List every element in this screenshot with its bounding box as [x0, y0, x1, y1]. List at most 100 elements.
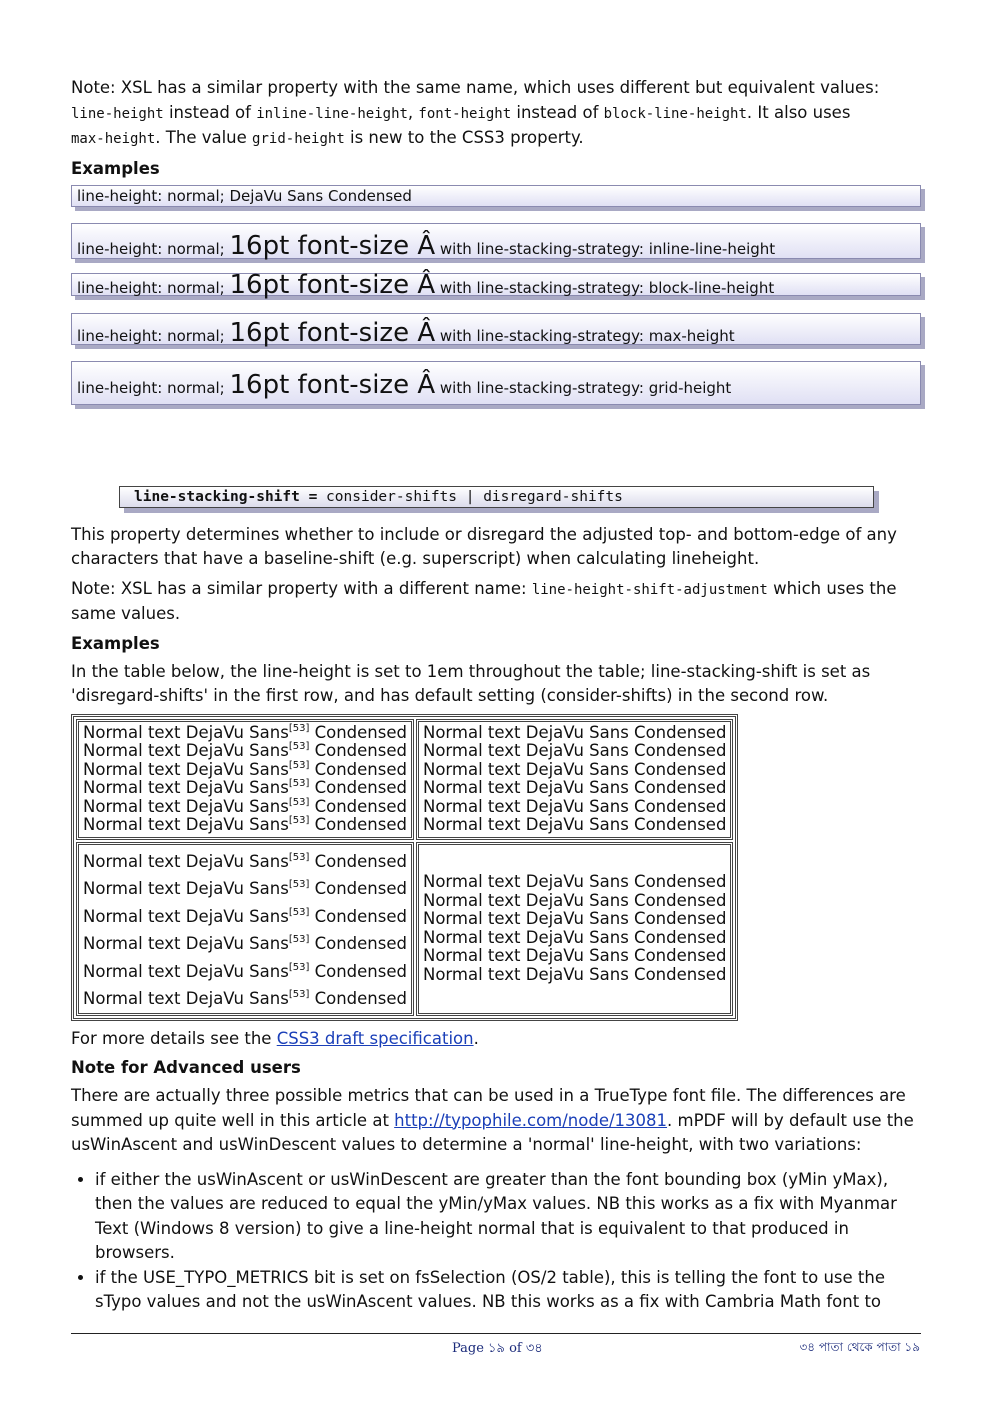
note-text: is new to the CSS3 property.: [344, 128, 584, 147]
list-item: if either the usWinAscent or usWinDescen…: [95, 1168, 921, 1266]
example-large-text: 16pt font-size Â: [229, 269, 436, 300]
footer-page-number: Page ১৯ of ৩৪: [452, 1341, 543, 1356]
footnote-ref: [53]: [288, 906, 310, 918]
note-text: Note: XSL has a similar property with th…: [71, 78, 880, 97]
table-line: Normal text DejaVu Sans Condensed: [422, 890, 727, 910]
code-line-height-shift-adjustment: line-height-shift-adjustment: [531, 581, 768, 598]
line-text: Normal text DejaVu Sans: [83, 879, 289, 898]
line-text: Condensed: [309, 722, 407, 742]
typophile-link[interactable]: http://typophile.com/node/13081: [394, 1111, 667, 1130]
code-max-height: max-height: [71, 131, 156, 147]
table-line: Normal text DejaVu Sans Condensed: [422, 778, 727, 797]
line-text: Normal text DejaVu Sans: [83, 796, 289, 816]
example-box-block-line-height: line-height: normal; 16pt font-size Â wi…: [71, 272, 921, 298]
table-row-consider-shifts: Normal text DejaVu Sans[53] Condensed No…: [76, 841, 734, 1016]
syntax-property: line-stacking-shift =: [134, 488, 318, 505]
note-text: ,: [407, 102, 419, 122]
line-text: Normal text DejaVu Sans: [83, 906, 289, 926]
footnote-ref: [53]: [288, 961, 310, 973]
line-text: Normal text DejaVu Sans: [83, 815, 289, 834]
line-text: Condensed: [309, 906, 407, 926]
table-line: Normal text DejaVu Sans Condensed: [422, 722, 727, 742]
line-text: Condensed: [309, 759, 407, 779]
line-text: Condensed: [309, 934, 407, 953]
list-item: if the USE_TYPO_METRICS bit is set on fs…: [95, 1266, 921, 1315]
code-block-line-height: block-line-height: [603, 105, 747, 122]
table-line: Normal text DejaVu Sans Condensed: [422, 796, 727, 816]
footnote-ref: [53]: [288, 722, 310, 734]
description-paragraph: This property determines whether to incl…: [71, 524, 897, 569]
table-row-disregard-shifts: Normal text DejaVu Sans[53] Condensed No…: [76, 718, 734, 840]
line-text: Normal text DejaVu Sans: [83, 934, 289, 953]
table-line: Normal text DejaVu Sans[53] Condensed: [83, 796, 407, 817]
example-large-text: 16pt font-size Â: [229, 369, 436, 400]
table-line: Normal text DejaVu Sans[53] Condensed: [83, 875, 407, 903]
line-text: Condensed: [309, 741, 407, 760]
advanced-users-heading: Note for Advanced users: [71, 1058, 301, 1077]
css3-spec-link[interactable]: CSS3 draft specification: [277, 1029, 474, 1048]
footnote-ref: [53]: [288, 851, 310, 863]
table-line: Normal text DejaVu Sans[53] Condensed: [83, 722, 407, 743]
footnote-ref: [53]: [288, 778, 310, 789]
table-line: Normal text DejaVu Sans Condensed: [422, 946, 727, 965]
table-line: Normal text DejaVu Sans Condensed: [422, 964, 727, 984]
table-line: Normal text DejaVu Sans[53] Condensed: [83, 815, 407, 835]
footnote-ref: [53]: [288, 815, 310, 826]
more-details-text: .: [473, 1028, 479, 1048]
advanced-paragraph: There are actually three possible metric…: [71, 1084, 921, 1158]
footnote-ref: [53]: [288, 989, 310, 1000]
line-text: Normal text DejaVu Sans: [83, 759, 289, 779]
examples-heading: Examples: [71, 158, 160, 178]
note-text: Note: XSL has a similar property with a …: [71, 578, 532, 598]
footnote-ref: [53]: [288, 934, 310, 945]
example-label: line-height: normal;: [77, 326, 230, 345]
line-text: Condensed: [309, 961, 407, 981]
table-cell-superscript: Normal text DejaVu Sans[53] Condensed No…: [76, 841, 414, 1016]
xsl-note-paragraph: Note: XSL has a similar property with th…: [71, 76, 921, 152]
note-text: instead of: [163, 102, 257, 122]
table-line: Normal text DejaVu Sans[53] Condensed: [83, 759, 407, 780]
table-intro-paragraph: In the table below, the line-height is s…: [71, 661, 871, 706]
line-text: Normal text DejaVu Sans: [83, 778, 289, 797]
table-cell-plain: Normal text DejaVu Sans Condensed Normal…: [415, 718, 734, 840]
code-line-height: line-height: [71, 105, 164, 122]
note-text: instead of: [511, 102, 604, 122]
table-line: Normal text DejaVu Sans Condensed: [422, 759, 727, 779]
code-inline-line-height: inline-line-height: [256, 105, 408, 122]
line-text: Condensed: [309, 851, 407, 871]
table-line: Normal text DejaVu Sans[53] Condensed: [83, 985, 407, 1013]
example-strategy: with line-stacking-strategy: block-line-…: [435, 278, 775, 297]
line-text: Normal text DejaVu Sans: [83, 722, 289, 742]
note-text: . It also uses: [746, 102, 851, 122]
variations-list: if either the usWinAscent or usWinDescen…: [71, 1168, 921, 1315]
footnote-ref: [53]: [288, 796, 310, 808]
syntax-values: consider-shifts | disregard-shifts: [317, 488, 623, 505]
example-box-inline-line-height: line-height: normal; 16pt font-size Â wi…: [71, 222, 921, 261]
example-label: line-height: normal;: [77, 239, 230, 258]
table-line: Normal text DejaVu Sans[53] Condensed: [83, 903, 407, 931]
example-strategy: with line-stacking-strategy: max-height: [435, 326, 735, 345]
line-text: Condensed: [309, 989, 407, 1008]
line-text: Condensed: [309, 796, 407, 816]
table-cell-superscript: Normal text DejaVu Sans[53] Condensed No…: [76, 718, 414, 840]
line-text: Condensed: [309, 815, 407, 834]
line-text: Condensed: [309, 778, 407, 797]
code-font-height: font-height: [418, 105, 512, 122]
example-large-text: 16pt font-size Â: [229, 317, 436, 348]
footnote-ref: [53]: [288, 741, 310, 752]
example-strategy: with line-stacking-strategy: grid-height: [435, 378, 732, 397]
example-label: line-height: normal;: [77, 278, 230, 297]
table-line: Normal text DejaVu Sans Condensed: [422, 909, 727, 928]
examples-heading: Examples: [71, 633, 160, 653]
line-stacking-table: Normal text DejaVu Sans[53] Condensed No…: [71, 713, 739, 1021]
table-line: Normal text DejaVu Sans[53] Condensed: [83, 930, 407, 958]
example-box-max-height: line-height: normal; 16pt font-size Â wi…: [71, 312, 921, 348]
example-strategy: with line-stacking-strategy: inline-line…: [435, 239, 776, 258]
more-details-paragraph: For more details see the CSS3 draft spec…: [71, 1027, 921, 1052]
example-label: line-height: normal;: [77, 378, 230, 397]
footer-divider: [71, 1333, 921, 1334]
line-text: Normal text DejaVu Sans: [83, 851, 289, 871]
note-text: . The value: [155, 128, 253, 147]
footnote-ref: [53]: [288, 759, 310, 771]
line-text: Normal text DejaVu Sans: [83, 961, 289, 981]
